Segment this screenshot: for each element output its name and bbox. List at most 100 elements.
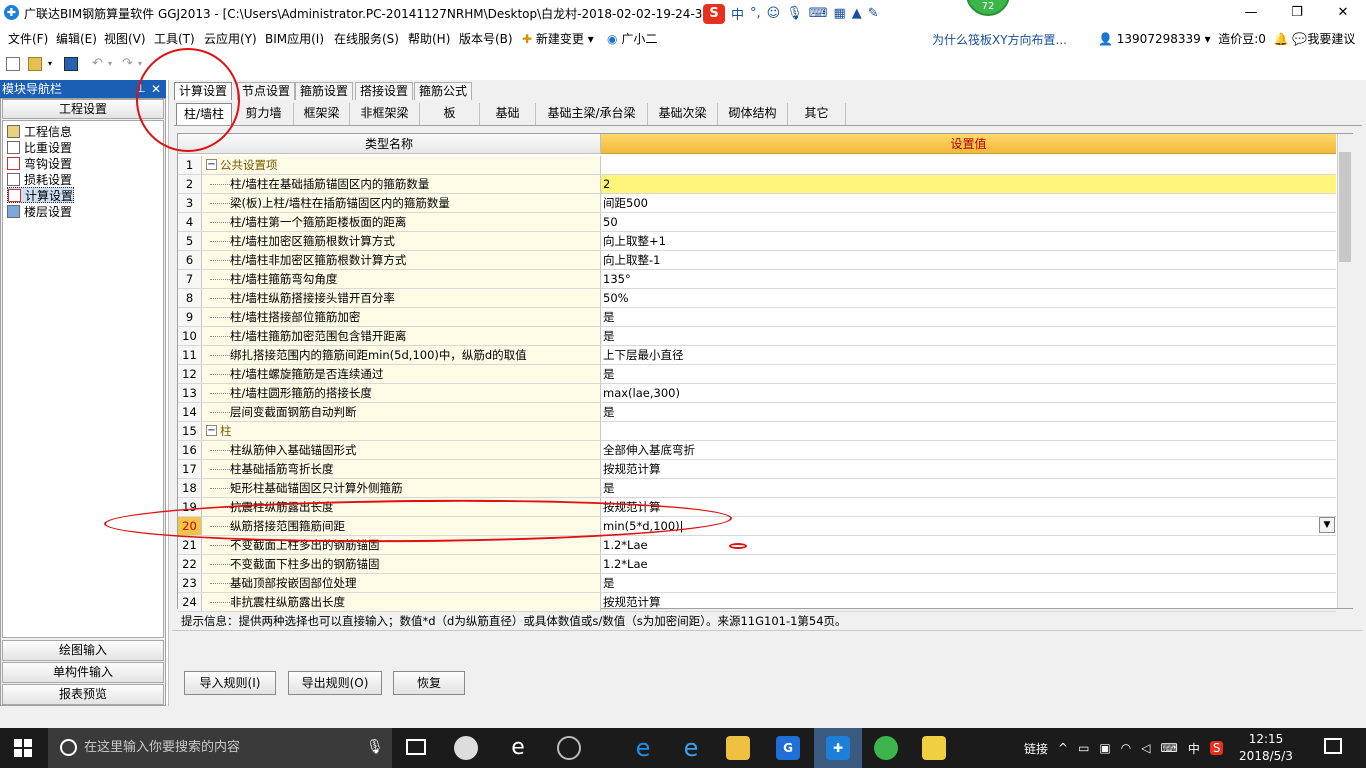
table-row[interactable]: 24 非抗震柱纵筋露出长度 按规范计算: [178, 593, 1336, 612]
table-row[interactable]: 6 柱/墙柱非加密区箍筋根数计算方式 向上取整-1: [178, 251, 1336, 270]
setting-value-cell[interactable]: 按规范计算: [601, 460, 1336, 478]
setting-value-cell[interactable]: 1.2*Lae: [601, 555, 1336, 573]
menu-online-service[interactable]: 在线服务(S): [334, 30, 399, 47]
setting-value-cell[interactable]: max(lae,300): [601, 384, 1336, 402]
table-row[interactable]: 22 不变截面下柱多出的钢筋锚固 1.2*Lae: [178, 555, 1336, 574]
sogou-tray-icon[interactable]: S: [1209, 741, 1224, 755]
setting-value-cell[interactable]: 上下层最小直径: [601, 346, 1336, 364]
chevron-down-icon[interactable]: ▾: [108, 57, 116, 71]
nav-item-calc[interactable]: 计算设置: [7, 187, 75, 203]
table-row[interactable]: 23 基础顶部按嵌固部位处理 是: [178, 574, 1336, 593]
table-row[interactable]: 4 柱/墙柱第一个箍筋距楼板面的距离 50: [178, 213, 1336, 232]
chevron-down-icon[interactable]: ▾: [48, 57, 56, 71]
maximize-button[interactable]: ❐: [1274, 0, 1320, 26]
import-rules-button[interactable]: 导入规则(I): [184, 671, 276, 695]
setting-value-cell[interactable]: 间距500: [601, 194, 1336, 212]
menu-new-change[interactable]: ✚ 新建变更 ▾: [522, 30, 594, 47]
redo-icon[interactable]: ↷: [122, 57, 136, 71]
setting-value-cell[interactable]: 按规范计算: [601, 593, 1336, 611]
scrollbar-thumb[interactable]: [1339, 152, 1351, 262]
setting-value-cell[interactable]: 是: [601, 403, 1336, 421]
table-row[interactable]: 9 柱/墙柱搭接部位箍筋加密 是: [178, 308, 1336, 327]
bell-icon[interactable]: 🔔: [1274, 32, 1289, 46]
tab-stirrup-settings[interactable]: 箍筋设置: [295, 82, 354, 100]
setting-value-cell[interactable]: 1.2*Lae: [601, 536, 1336, 554]
menu-version[interactable]: 版本号(B): [459, 30, 513, 47]
microphone-icon[interactable]: 🎙: [366, 739, 384, 755]
setting-value-cell[interactable]: 是: [601, 574, 1336, 592]
keyboard-icon[interactable]: ⌨: [809, 6, 828, 21]
file-explorer-icon[interactable]: [726, 736, 750, 760]
setting-value-cell[interactable]: [601, 156, 1336, 174]
nav-item-loss[interactable]: 损耗设置: [7, 171, 72, 187]
fan-app-icon[interactable]: [454, 736, 478, 760]
tray-links[interactable]: 链接: [1024, 740, 1048, 757]
table-row[interactable]: 2 柱/墙柱在基础插筋锚固区内的箍筋数量 2: [178, 175, 1336, 194]
green-app-icon[interactable]: [874, 736, 898, 760]
glodon-g-icon[interactable]: G: [776, 736, 800, 760]
subtab-nonframe-beam[interactable]: 非框架梁: [350, 103, 420, 125]
report-preview-button[interactable]: 报表预览: [2, 684, 164, 705]
taskbar-clock[interactable]: 12:15 2018/5/3: [1236, 731, 1296, 765]
table-row[interactable]: 7 柱/墙柱箍筋弯勾角度 135°: [178, 270, 1336, 289]
setting-value-cell[interactable]: 向上取整-1: [601, 251, 1336, 269]
table-row[interactable]: 18 矩形柱基础锚固区只计算外侧箍筋 是: [178, 479, 1336, 498]
subtab-foundation[interactable]: 基础: [480, 103, 536, 125]
ime-toolbar[interactable]: S 中 °, ☺ 🎙 ⌨ ▦ ▲ ✎: [703, 3, 879, 24]
menu-cloud[interactable]: 云应用(Y): [204, 30, 257, 47]
wrench-icon[interactable]: ✎: [868, 6, 879, 21]
minimize-button[interactable]: —: [1228, 0, 1274, 26]
subtab-other[interactable]: 其它: [788, 103, 846, 125]
wifi-icon[interactable]: ◠: [1121, 741, 1131, 755]
table-row[interactable]: 3 梁(板)上柱/墙柱在插筋锚固区内的箍筋数量 间距500: [178, 194, 1336, 213]
menu-edit[interactable]: 编辑(E): [56, 30, 97, 47]
edge-browser-icon[interactable]: e: [631, 736, 655, 760]
table-row[interactable]: 14 层间变截面钢筋自动判断 是: [178, 403, 1336, 422]
setting-value-cell[interactable]: 是: [601, 308, 1336, 326]
volume-icon[interactable]: ◁: [1141, 741, 1150, 755]
setting-value-cell[interactable]: 50: [601, 213, 1336, 231]
setting-value-cell[interactable]: [601, 422, 1336, 440]
setting-value-cell[interactable]: 50%: [601, 289, 1336, 307]
ie-browser-icon[interactable]: e: [506, 736, 530, 760]
subtab-foundation-main-beam[interactable]: 基础主梁/承台梁: [536, 103, 648, 125]
nav-item-hook[interactable]: 弯钩设置: [7, 155, 72, 171]
ggj-app-icon[interactable]: ✚: [826, 736, 850, 760]
collapse-icon[interactable]: −: [206, 159, 217, 170]
menu-guangxiaoer[interactable]: ◉ 广小二: [607, 30, 657, 47]
setting-value-cell[interactable]: 向上取整+1: [601, 232, 1336, 250]
ime-punctuation-toggle[interactable]: °,: [750, 6, 761, 21]
table-row[interactable]: 16 柱纵筋伸入基础锚固形式 全部伸入基底弯折: [178, 441, 1336, 460]
table-row[interactable]: 11 绑扎搭接范围内的箍筋间距min(5d,100)中，纵筋d的取值 上下层最小直径: [178, 346, 1336, 365]
setting-value-cell[interactable]: 是: [601, 365, 1336, 383]
save-icon[interactable]: [64, 57, 78, 71]
restore-button[interactable]: 恢复: [393, 671, 465, 695]
keyboard-icon[interactable]: ⌨: [1160, 741, 1177, 755]
single-component-input-button[interactable]: 单构件输入: [2, 662, 164, 683]
tab-node-settings[interactable]: 节点设置: [237, 82, 296, 100]
notes-app-icon[interactable]: [922, 736, 946, 760]
nav-item-floor[interactable]: 楼层设置: [7, 203, 72, 219]
action-center-icon[interactable]: [1324, 738, 1342, 754]
tray-ime-language[interactable]: 中: [1188, 740, 1200, 757]
close-button[interactable]: ✕: [1320, 0, 1366, 26]
menu-file[interactable]: 文件(F): [8, 30, 48, 47]
browser-360-icon[interactable]: [557, 736, 581, 760]
new-file-icon[interactable]: [6, 57, 20, 71]
undo-icon[interactable]: ↶: [92, 57, 106, 71]
menu-bim[interactable]: BIM应用(I): [265, 30, 324, 47]
subtab-frame-beam[interactable]: 框架梁: [294, 103, 350, 125]
menu-tools[interactable]: 工具(T): [154, 30, 195, 47]
setting-value-cell[interactable]: 是: [601, 479, 1336, 497]
ie-blue-icon[interactable]: e: [679, 736, 703, 760]
monitor-icon[interactable]: ▣: [1099, 741, 1110, 755]
menu-view[interactable]: 视图(V): [104, 30, 146, 47]
battery-icon[interactable]: ▭: [1078, 741, 1089, 755]
group-row[interactable]: 1− 公共设置项: [178, 156, 1336, 175]
setting-value-cell[interactable]: 全部伸入基底弯折: [601, 441, 1336, 459]
setting-value-cell[interactable]: 135°: [601, 270, 1336, 288]
menu-help[interactable]: 帮助(H): [408, 30, 450, 47]
table-row[interactable]: 8 柱/墙柱纵筋搭接接头错开百分率 50%: [178, 289, 1336, 308]
windows-start-icon[interactable]: [14, 739, 32, 757]
taskbar-search-input[interactable]: 在这里输入你要搜索的内容: [48, 728, 392, 768]
